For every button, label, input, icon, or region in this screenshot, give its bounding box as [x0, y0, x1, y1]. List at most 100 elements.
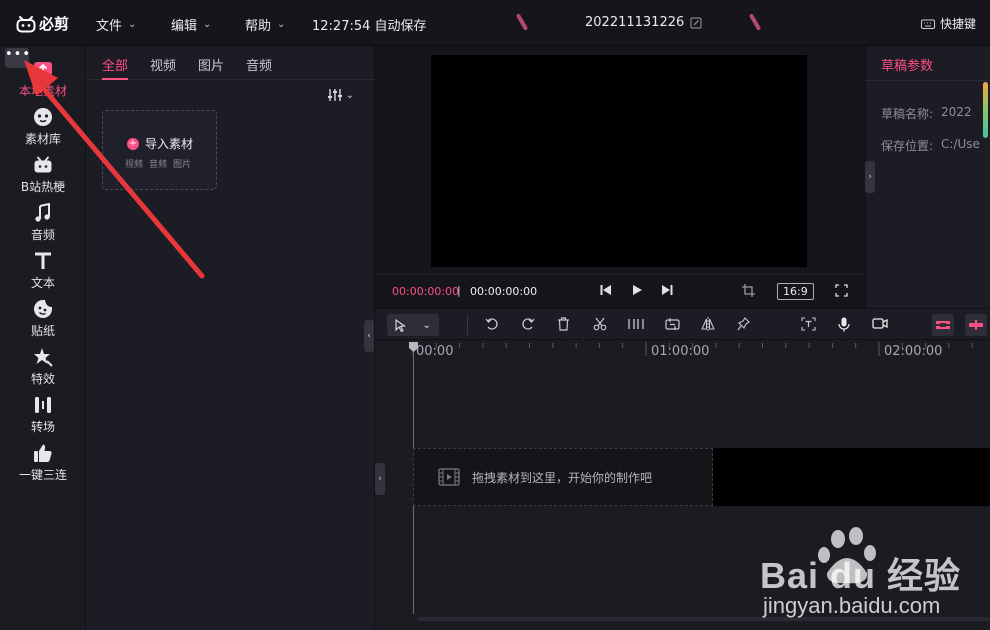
sidebar-item-label: 素材库	[24, 132, 61, 146]
undo-icon[interactable]	[485, 317, 499, 331]
magnet-track-icon	[936, 321, 950, 329]
bilibili-logo-icon	[16, 15, 36, 32]
snap-toggle-button[interactable]	[932, 314, 954, 336]
ruler-label: 01:00:00	[651, 344, 710, 359]
sidebar-item-text[interactable]: 文本	[0, 250, 86, 296]
fullscreen-icon[interactable]	[835, 284, 848, 297]
tab-draft-params[interactable]: 草稿参数	[881, 55, 933, 74]
menu-help[interactable]: 帮助 ⌄	[245, 15, 285, 34]
menu-edit[interactable]: 编辑 ⌄	[171, 15, 211, 34]
sidebar-item-audio[interactable]: 音频	[0, 202, 86, 248]
material-panel: 全部 视频 图片 音频 ⌄ + 导入素材 视频 音频 图片	[86, 46, 375, 630]
project-name-text: 202211131226	[585, 15, 685, 30]
chevron-down-icon: ⌄	[422, 319, 431, 331]
collapse-right-panel-button[interactable]: ›	[865, 161, 875, 193]
sidebar-item-label: 特效	[30, 372, 55, 386]
watermark-brand: Bai du 经验	[760, 555, 962, 596]
shortcut-label: 快捷键	[939, 17, 976, 31]
tab-all[interactable]: 全部	[102, 46, 129, 80]
loop-icon[interactable]	[665, 317, 680, 331]
sidebar-item-label: 贴纸	[30, 324, 55, 338]
chevron-down-icon: ⌄	[277, 19, 286, 30]
import-type-video: 视频	[125, 160, 144, 170]
drop-hint-text: 拖拽素材到这里，开始你的制作吧	[472, 470, 653, 485]
menu-file[interactable]: 文件 ⌄	[96, 15, 136, 34]
divider	[467, 315, 468, 335]
sidebar-item-label: B站热梗	[20, 180, 66, 194]
save-location-row: 保存位置: C:/Use	[881, 137, 980, 154]
mirror-icon[interactable]	[701, 317, 715, 331]
left-sidebar: 本地素材 素材库 B站热梗 音频 文本 贴纸 特效 转场 一键三连	[0, 46, 86, 630]
thumbs-up-icon	[32, 442, 54, 464]
scissors-icon[interactable]	[593, 317, 607, 331]
more-dots-icon: •••	[5, 47, 32, 62]
pin-icon[interactable]	[737, 317, 750, 331]
microphone-icon[interactable]	[838, 317, 850, 332]
import-title: + 导入素材	[127, 135, 193, 152]
current-timecode: 00:00:00:00	[392, 285, 460, 298]
material-tabs: 全部 视频 图片 音频	[86, 46, 374, 80]
total-timecode: 00:00:00:00	[470, 285, 538, 298]
save-location-value: C:/Use	[941, 137, 980, 151]
record-video-icon[interactable]	[872, 317, 888, 330]
tab-video[interactable]: 视频	[150, 46, 176, 80]
import-types: 视频 音频 图片	[125, 157, 191, 170]
aspect-ratio-button[interactable]: 16:9	[777, 283, 814, 300]
bilibili-tv-icon	[32, 154, 54, 176]
chevron-right-icon: ›	[378, 474, 382, 484]
redo-icon[interactable]	[521, 317, 535, 331]
import-material-button[interactable]: + 导入素材 视频 音频 图片	[102, 110, 217, 190]
film-strip-icon	[438, 468, 460, 486]
skip-forward-icon[interactable]	[661, 284, 673, 296]
menu-help-label: 帮助	[245, 19, 272, 34]
sidebar-item-triple-like[interactable]: 一键三连	[0, 442, 86, 488]
playback-controls: 00:00:00:00 | 00:00:00:00 16:9	[375, 274, 865, 308]
text-recognition-icon[interactable]	[801, 317, 816, 331]
plus-icon: +	[127, 137, 139, 150]
library-icon	[32, 106, 54, 128]
expand-track-panel-button[interactable]: ›	[375, 463, 385, 495]
scrollbar[interactable]	[983, 82, 988, 138]
tab-audio[interactable]: 音频	[246, 46, 272, 80]
shortcut-button[interactable]: 快捷键	[920, 15, 976, 32]
sidebar-item-label: 本地素材	[18, 84, 67, 98]
draft-name-label: 草稿名称:	[881, 107, 934, 121]
sidebar-item-label: 转场	[30, 420, 55, 434]
split-icon[interactable]	[628, 317, 644, 331]
more-options-button[interactable]: •••	[5, 47, 32, 68]
sidebar-item-bilibili-memes[interactable]: B站热梗	[0, 154, 86, 200]
project-title[interactable]: 202211131226	[585, 15, 702, 30]
sidebar-item-effects[interactable]: 特效	[0, 346, 86, 392]
draft-name-value: 2022	[941, 105, 972, 119]
upload-icon	[32, 58, 54, 80]
sidebar-item-label: 音频	[30, 228, 55, 242]
tab-image[interactable]: 图片	[198, 46, 224, 80]
edit-pencil-icon[interactable]	[690, 17, 702, 29]
music-note-icon	[32, 202, 54, 224]
skip-back-icon[interactable]	[600, 284, 612, 296]
timecode-separator: |	[457, 284, 461, 297]
crop-icon[interactable]	[742, 284, 755, 297]
link-toggle-button[interactable]	[965, 314, 987, 336]
text-t-icon	[32, 250, 54, 272]
delete-icon[interactable]	[557, 317, 570, 331]
link-track-icon	[969, 320, 983, 330]
import-type-audio: 音频	[149, 160, 168, 170]
app-name: 必剪	[39, 15, 70, 33]
sidebar-item-library[interactable]: 素材库	[0, 106, 86, 152]
timeline-toolbar: ⌄	[375, 308, 990, 340]
import-type-image: 图片	[173, 160, 192, 170]
collapse-material-panel-button[interactable]: ‹	[364, 320, 374, 352]
save-location-label: 保存位置:	[881, 139, 934, 153]
main-track[interactable]: 拖拽素材到这里，开始你的制作吧	[413, 448, 990, 506]
filter-button[interactable]: ⌄	[327, 88, 354, 102]
play-icon[interactable]	[631, 284, 643, 296]
ruler-label: 02:00:00	[884, 344, 943, 359]
watermark-url: jingyan.baidu.com	[763, 593, 941, 618]
drop-zone[interactable]: 拖拽素材到这里，开始你的制作吧	[413, 448, 713, 506]
sidebar-item-sticker[interactable]: 贴纸	[0, 298, 86, 344]
baidu-jingyan-watermark: Bai du 经验 jingyan.baidu.com	[760, 525, 990, 625]
select-tool-button[interactable]: ⌄	[387, 314, 439, 336]
sidebar-item-transitions[interactable]: 转场	[0, 394, 86, 440]
preview-canvas[interactable]	[431, 55, 807, 267]
